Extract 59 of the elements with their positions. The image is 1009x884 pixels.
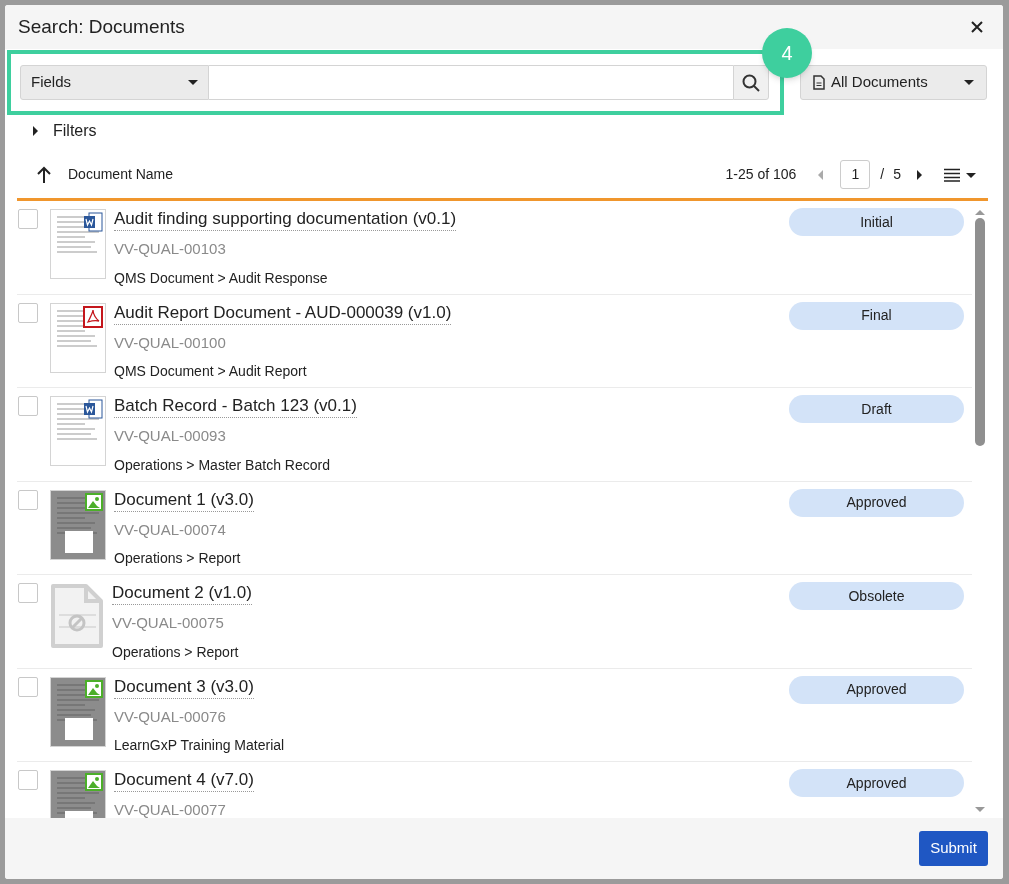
document-title-link[interactable]: Audit Report Document - AUD-000039 (v1.0) <box>114 301 452 325</box>
document-path: QMS Document > Audit Response <box>114 268 329 288</box>
document-path: LearnGxP Training Material <box>114 736 285 755</box>
document-icon <box>813 75 825 90</box>
caret-icon <box>975 807 985 812</box>
status-badge: Obsolete <box>789 582 964 610</box>
document-path: Operations > Report <box>112 642 240 662</box>
row-checkbox[interactable] <box>18 302 38 323</box>
row-checkbox[interactable] <box>18 770 38 790</box>
search-button[interactable] <box>733 65 769 100</box>
document-title-link[interactable]: Batch Record - Batch 123 (v0.1) <box>114 395 357 418</box>
document-id: VV-QUAL-00076 <box>114 706 227 727</box>
caret-icon <box>964 80 974 85</box>
dialog-title: Search: Documents <box>18 14 185 39</box>
caret-icon <box>917 169 922 180</box>
close-icon[interactable] <box>971 21 983 33</box>
document-path: QMS Document > Audit Report <box>114 362 308 381</box>
filters-toggle[interactable]: Filters <box>33 119 97 143</box>
caret-icon <box>818 169 824 180</box>
status-badge: Approved <box>789 488 964 517</box>
row-checkbox[interactable] <box>18 583 38 603</box>
document-title-link[interactable]: Document 4 (v7.0) <box>114 769 254 792</box>
status-badge: Initial <box>789 208 964 236</box>
document-path: Operations > Report <box>114 549 242 568</box>
page-total: 5 <box>893 165 901 184</box>
row-checkbox[interactable] <box>18 209 38 229</box>
search-icon <box>742 73 760 92</box>
field-selector[interactable]: Fields <box>20 65 209 100</box>
status-badge: Approved <box>789 769 964 797</box>
row-checkbox[interactable] <box>18 676 38 697</box>
document-id: VV-QUAL-00093 <box>114 426 227 446</box>
scrollbar-thumb[interactable] <box>975 218 985 446</box>
result-range: 1-25 of 106 <box>725 165 797 184</box>
search-field[interactable] <box>209 65 733 100</box>
document-title-link[interactable]: Document 2 (v1.0) <box>112 582 252 605</box>
document-path: Operations > Master Batch Record <box>114 455 331 475</box>
row-checkbox[interactable] <box>18 396 38 416</box>
document-id: VV-QUAL-00075 <box>112 613 225 633</box>
status-badge: Draft <box>789 395 964 423</box>
document-title-link[interactable]: Audit finding supporting documentation (v0.1) <box>114 208 457 231</box>
status-badge: Final <box>789 301 964 330</box>
sort-ascending-icon[interactable] <box>36 165 52 184</box>
status-badge: Approved <box>789 675 964 704</box>
document-title-link[interactable]: Document 3 (v3.0) <box>114 675 254 699</box>
submit-button[interactable]: Submit <box>919 831 988 866</box>
column-header[interactable]: Document Name <box>68 164 174 185</box>
page-separator: / <box>880 165 885 184</box>
document-id: VV-QUAL-00074 <box>114 519 227 540</box>
caret-icon <box>33 126 38 136</box>
caret-icon <box>975 210 985 215</box>
caret-icon <box>188 80 198 85</box>
document-id: VV-QUAL-00077 <box>114 800 227 818</box>
page-field[interactable]: 1 <box>840 160 871 189</box>
document-id: VV-QUAL-00103 <box>114 239 227 259</box>
document-id: VV-QUAL-00100 <box>114 332 227 353</box>
document-title-link[interactable]: Document 1 (v3.0) <box>114 488 254 512</box>
scope-dropdown[interactable]: All Documents <box>800 65 987 100</box>
list-view-menu-icon[interactable] <box>944 167 978 182</box>
row-checkbox[interactable] <box>18 489 38 510</box>
